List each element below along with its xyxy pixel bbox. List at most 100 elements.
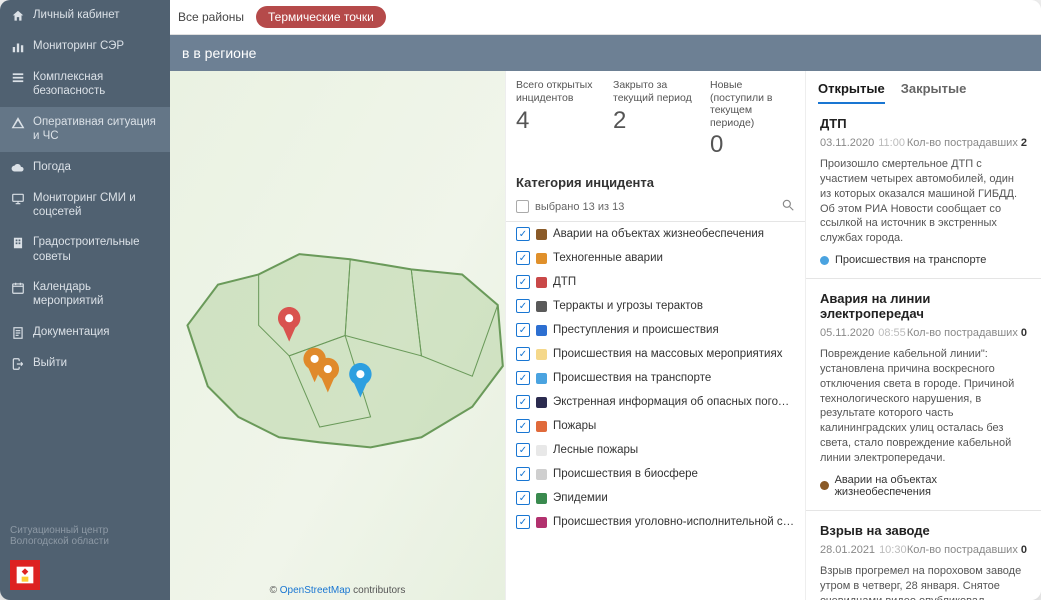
logout-icon bbox=[10, 357, 25, 371]
region-map[interactable]: © OpenStreetMap contributors bbox=[170, 71, 505, 600]
incident-title: ДТП bbox=[820, 116, 1027, 131]
category-item[interactable]: ✓Преступления и происшествия bbox=[506, 318, 805, 342]
incident-date: 28.01.202110:30 bbox=[820, 544, 907, 556]
category-header: Категория инцидента bbox=[506, 165, 805, 194]
incident-card[interactable]: Авария на линии электропередач05.11.2020… bbox=[806, 279, 1041, 511]
select-all-checkbox[interactable] bbox=[516, 200, 529, 213]
category-name: Происшествия уголовно-исполнительной сис… bbox=[553, 516, 795, 528]
category-checkbox[interactable]: ✓ bbox=[516, 251, 530, 265]
sidebar-item-cloud[interactable]: Погода bbox=[0, 152, 170, 183]
topbar: Все районы Термические точки bbox=[170, 0, 1041, 35]
incident-tag: Происшествия на транспорте bbox=[820, 254, 1027, 266]
category-swatch bbox=[536, 397, 547, 408]
category-swatch bbox=[536, 421, 547, 432]
region-emblem bbox=[10, 560, 40, 590]
incident-description: Произошло смертельное ДТП с участием чет… bbox=[820, 157, 1027, 246]
category-checkbox[interactable]: ✓ bbox=[516, 419, 530, 433]
category-swatch bbox=[536, 445, 547, 456]
selection-count: выбрано 13 из 13 bbox=[535, 201, 775, 213]
category-checkbox[interactable]: ✓ bbox=[516, 443, 530, 457]
category-checkbox[interactable]: ✓ bbox=[516, 323, 530, 337]
sidebar: Личный кабинет Мониторинг СЭР Комплексная … bbox=[0, 0, 170, 600]
incident-victims: Кол-во пострадавших 0 bbox=[907, 327, 1027, 339]
doc-icon bbox=[10, 326, 25, 340]
cloud-icon bbox=[10, 161, 25, 175]
sidebar-item-label: Мониторинг СЭР bbox=[33, 39, 160, 53]
osm-link[interactable]: OpenStreetMap bbox=[280, 585, 351, 596]
sidebar-item-label: Выйти bbox=[33, 356, 160, 370]
category-item[interactable]: ✓Происшествия на массовых мероприятиях bbox=[506, 342, 805, 366]
warning-icon bbox=[10, 116, 25, 130]
category-item[interactable]: ✓ ДТП bbox=[506, 270, 805, 294]
sidebar-item-label: Погода bbox=[33, 160, 160, 174]
sidebar-item-home[interactable]: Личный кабинет bbox=[0, 0, 170, 31]
bars-icon bbox=[10, 71, 25, 85]
sidebar-item-building[interactable]: Градостроительные советы bbox=[0, 227, 170, 272]
category-item[interactable]: ✓ Техногенные аварии bbox=[506, 246, 805, 270]
category-name: Пожары bbox=[553, 420, 795, 432]
stat-value: 2 bbox=[613, 107, 698, 135]
category-checkbox[interactable]: ✓ bbox=[516, 371, 530, 385]
districts-filter[interactable]: Все районы bbox=[178, 10, 244, 24]
category-item[interactable]: ✓Лесные пожары bbox=[506, 438, 805, 462]
category-checkbox[interactable]: ✓ bbox=[516, 491, 530, 505]
sidebar-item-monitor[interactable]: Мониторинг СМИ и соцсетей bbox=[0, 183, 170, 228]
category-item[interactable]: ✓ Эпидемии bbox=[506, 486, 805, 510]
category-checkbox[interactable]: ✓ bbox=[516, 347, 530, 361]
sidebar-item-label: Комплексная безопасность bbox=[33, 70, 160, 99]
category-name: Происшествия на транспорте bbox=[553, 372, 795, 384]
sidebar-item-label: Календарь мероприятий bbox=[33, 280, 160, 309]
category-name: ДТП bbox=[553, 276, 795, 288]
category-item[interactable]: ✓Экстренная информация об опасных погодн… bbox=[506, 390, 805, 414]
stat-value: 4 bbox=[516, 107, 601, 135]
category-name: Происшествия в биосфере bbox=[553, 468, 795, 480]
page-title: в в регионе bbox=[170, 35, 1041, 71]
tab-open[interactable]: Открытые bbox=[818, 81, 885, 104]
category-swatch bbox=[536, 517, 547, 528]
category-swatch bbox=[536, 373, 547, 384]
category-item[interactable]: ✓Терракты и угрозы терактов bbox=[506, 294, 805, 318]
sidebar-item-label: Документация bbox=[33, 325, 160, 339]
category-name: Эпидемии bbox=[553, 492, 795, 504]
category-item[interactable]: ✓ Пожары bbox=[506, 414, 805, 438]
stat-2: Новые (поступили в текущем периоде)0 bbox=[704, 75, 801, 163]
incident-tag: Аварии на объектах жизнеобеспечения bbox=[820, 474, 1027, 498]
stat-label: Закрыто за текущий период bbox=[613, 79, 698, 105]
sidebar-item-chart[interactable]: Мониторинг СЭР bbox=[0, 31, 170, 62]
category-checkbox[interactable]: ✓ bbox=[516, 227, 530, 241]
category-item[interactable]: ✓ Происшествия на транспорте bbox=[506, 366, 805, 390]
category-swatch bbox=[536, 301, 547, 312]
home-icon bbox=[10, 9, 25, 23]
category-item[interactable]: ✓ Происшествия уголовно-исполнительной си… bbox=[506, 510, 805, 534]
stat-1: Закрыто за текущий период2 bbox=[607, 75, 704, 163]
sidebar-item-doc[interactable]: Документация bbox=[0, 317, 170, 348]
sidebar-item-warning[interactable]: Оперативная ситуация и ЧС bbox=[0, 107, 170, 152]
sidebar-item-logout[interactable]: Выйти bbox=[0, 348, 170, 379]
thermal-points-button[interactable]: Термические точки bbox=[256, 6, 386, 28]
stat-label: Новые (поступили в текущем периоде) bbox=[710, 79, 795, 129]
incident-date: 03.11.202011:00 bbox=[820, 137, 905, 149]
sidebar-item-label: Градостроительные советы bbox=[33, 235, 160, 264]
sidebar-item-calendar[interactable]: Календарь мероприятий bbox=[0, 272, 170, 317]
incident-title: Взрыв на заводе bbox=[820, 523, 1027, 538]
category-swatch bbox=[536, 469, 547, 480]
incident-card[interactable]: Взрыв на заводе28.01.202110:30Кол-во пос… bbox=[806, 511, 1041, 600]
category-item[interactable]: ✓Аварии на объектах жизнеобеспечения bbox=[506, 222, 805, 246]
tab-closed[interactable]: Закрытые bbox=[901, 81, 967, 104]
category-checkbox[interactable]: ✓ bbox=[516, 395, 530, 409]
category-checkbox[interactable]: ✓ bbox=[516, 299, 530, 313]
map-attribution: © OpenStreetMap contributors bbox=[170, 585, 505, 596]
search-icon[interactable] bbox=[781, 198, 795, 215]
sidebar-item-bars[interactable]: Комплексная безопасность bbox=[0, 62, 170, 107]
category-swatch bbox=[536, 349, 547, 360]
sidebar-footer: Ситуационный центр Вологодской области bbox=[0, 517, 170, 555]
category-swatch bbox=[536, 229, 547, 240]
monitor-icon bbox=[10, 192, 25, 206]
category-checkbox[interactable]: ✓ bbox=[516, 275, 530, 289]
stat-value: 0 bbox=[710, 131, 795, 159]
category-item[interactable]: ✓ Происшествия в биосфере bbox=[506, 462, 805, 486]
category-checkbox[interactable]: ✓ bbox=[516, 515, 530, 529]
category-name: Техногенные аварии bbox=[553, 252, 795, 264]
incident-card[interactable]: ДТП03.11.202011:00Кол-во пострадавших 2П… bbox=[806, 104, 1041, 279]
category-checkbox[interactable]: ✓ bbox=[516, 467, 530, 481]
